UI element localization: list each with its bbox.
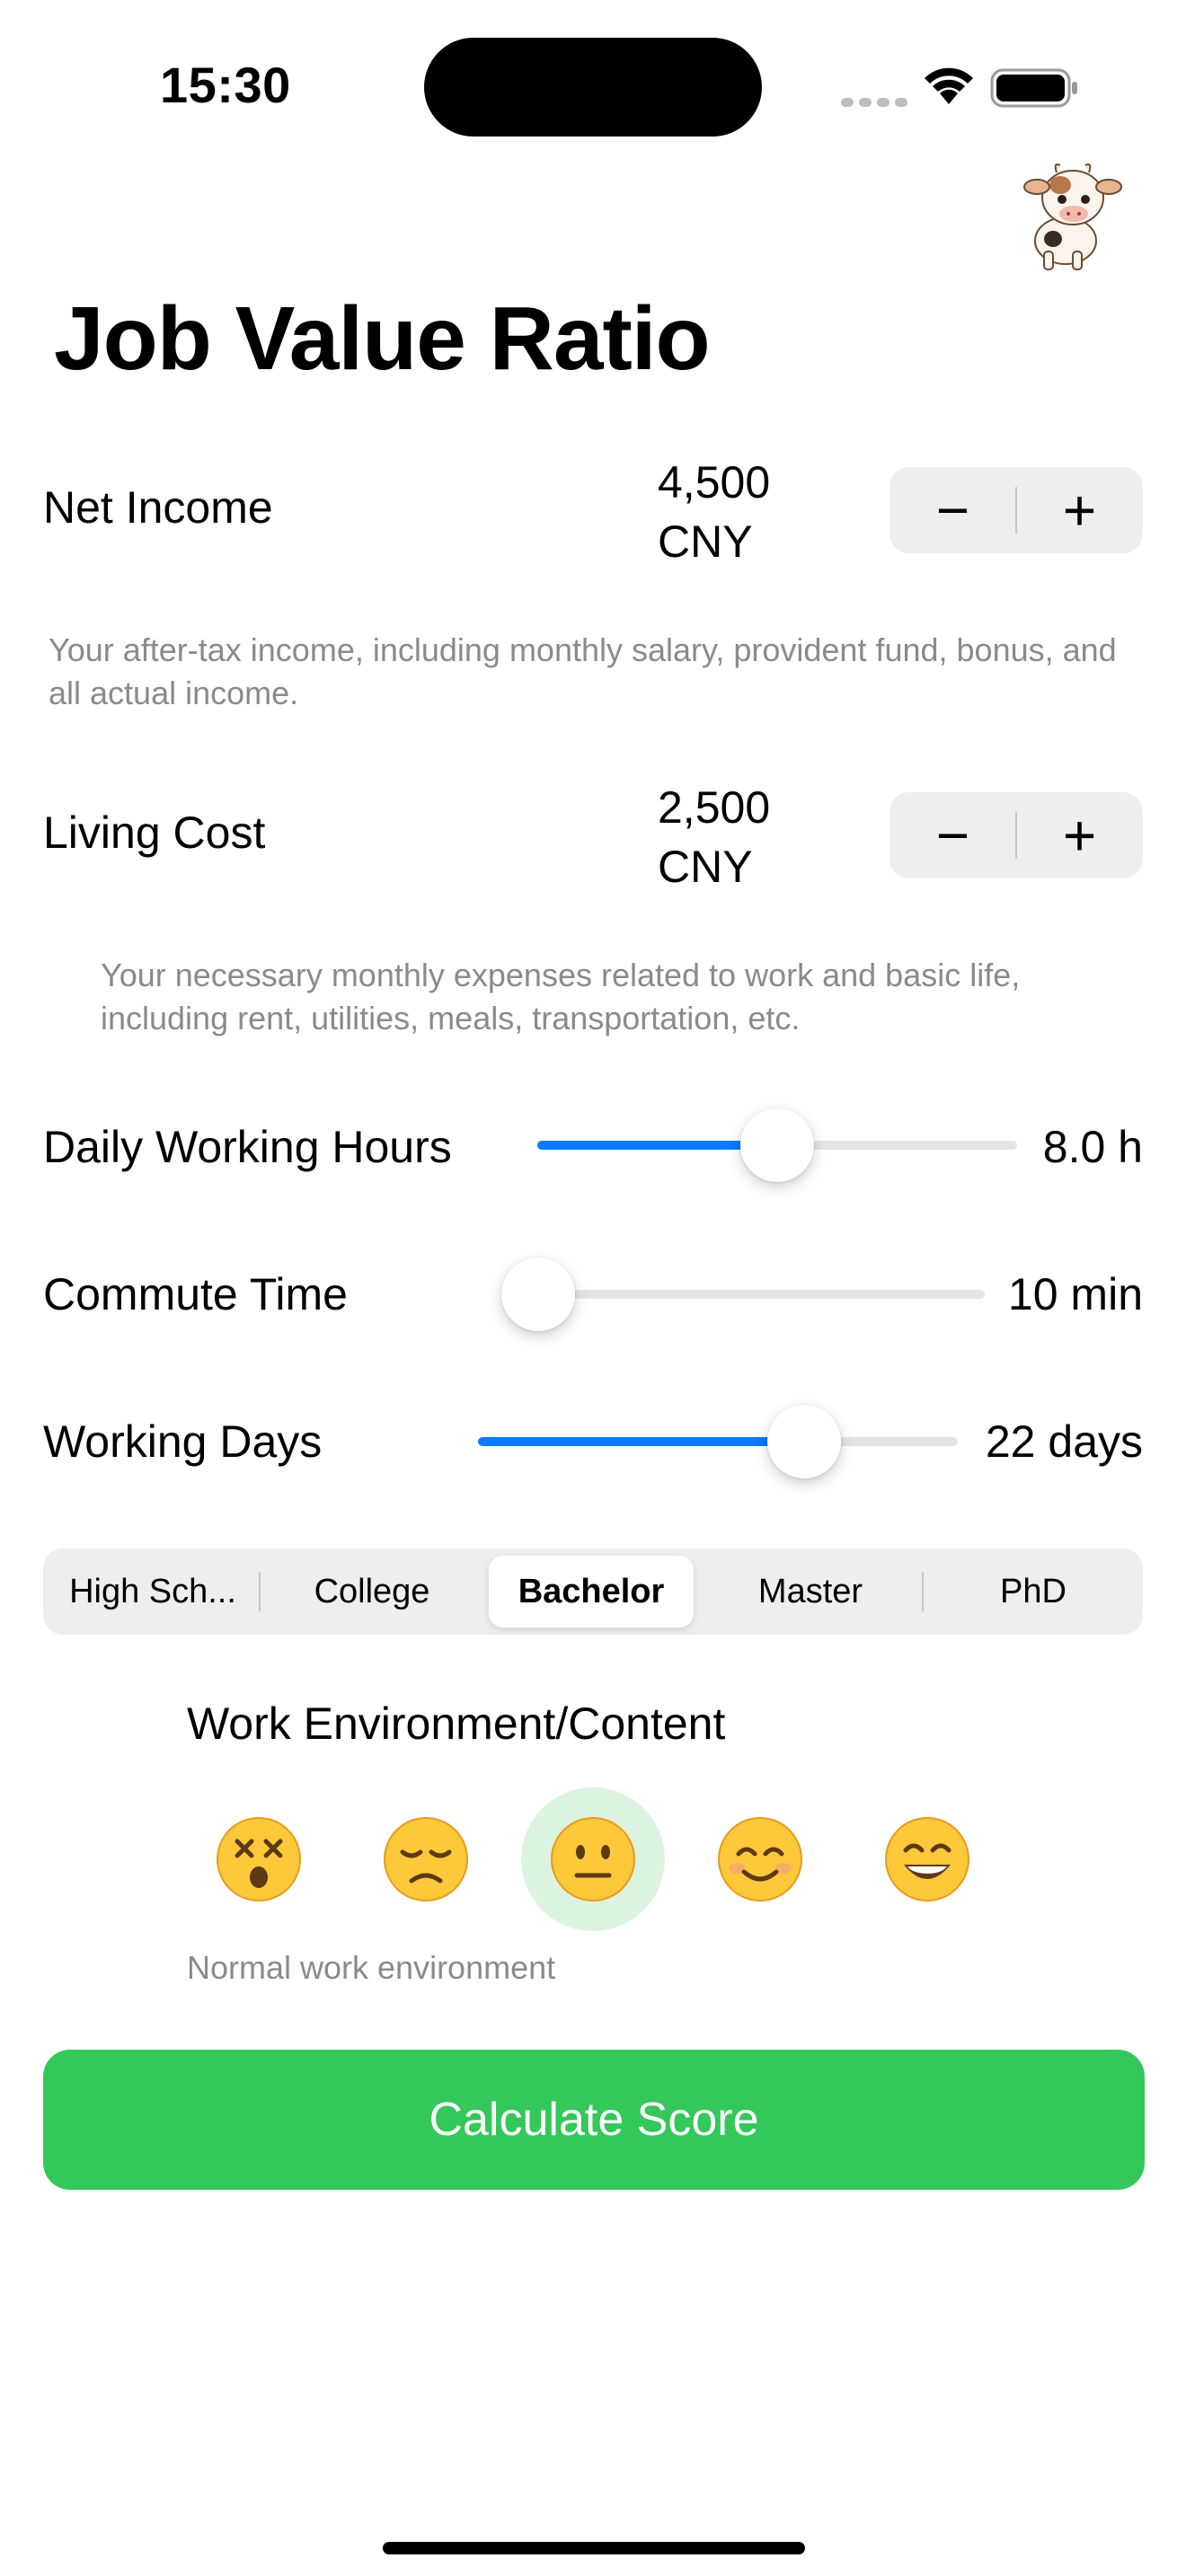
net-income-helper: Your after-tax income, including monthly… [49, 631, 1117, 711]
net-income-decrement-button[interactable]: − [890, 467, 1016, 553]
commute-time-slider-thumb[interactable] [501, 1257, 576, 1331]
status-icons [836, 59, 1087, 113]
living-cost-stepper: − + [890, 792, 1143, 878]
education-segmented-control: High Sch... College Bachelor Master PhD [43, 1548, 1143, 1635]
living-cost-increment-button[interactable]: + [1016, 792, 1143, 878]
screen: 15:30 Job Value Ratio Net Income 4,500 C… [0, 0, 1186, 2576]
living-cost-helper: Your necessary monthly expenses related … [101, 957, 1021, 1037]
net-income-amount: 4,500 [658, 457, 771, 507]
living-cost-decrement-button[interactable]: − [890, 792, 1016, 878]
dynamic-island [424, 38, 762, 137]
home-indicator[interactable] [383, 2542, 805, 2554]
disappointed-face-icon[interactable] [354, 1787, 498, 1931]
page-title: Job Value Ratio [54, 288, 711, 389]
grinning-face-icon[interactable] [855, 1787, 999, 1931]
living-cost-value: 2,500 CNY [658, 778, 770, 896]
calculate-score-button[interactable]: Calculate Score [43, 2050, 1145, 2190]
cow-mascot-icon[interactable] [1010, 158, 1127, 271]
segment-master[interactable]: Master [701, 1548, 920, 1635]
neutral-face-icon[interactable] [521, 1787, 665, 1931]
commute-time-value: 10 min [1007, 1269, 1143, 1319]
work-environment-title: Work Environment/Content [187, 1698, 726, 1749]
battery-icon [990, 68, 1077, 108]
working-hours-slider[interactable] [537, 1108, 1017, 1182]
working-hours-slider-thumb[interactable] [740, 1108, 814, 1182]
working-hours-label: Daily Working Hours [43, 1122, 452, 1172]
segment-divider [259, 1572, 261, 1611]
segment-high-school[interactable]: High Sch... [43, 1548, 262, 1635]
wifi-icon [925, 67, 973, 104]
net-income-label: Net Income [43, 482, 273, 533]
dizzy-face-icon[interactable] [187, 1787, 331, 1931]
segment-college[interactable]: College [262, 1548, 482, 1635]
working-days-value: 22 days [985, 1416, 1143, 1467]
living-cost-label: Living Cost [43, 807, 266, 858]
net-income-currency: CNY [658, 516, 753, 567]
net-income-value: 4,500 CNY [658, 453, 770, 571]
working-days-slider[interactable] [478, 1405, 958, 1478]
net-income-stepper: − + [890, 467, 1143, 553]
smiling-face-icon[interactable] [688, 1787, 832, 1931]
segment-phd[interactable]: PhD [924, 1548, 1143, 1635]
net-income-increment-button[interactable]: + [1016, 467, 1143, 553]
working-days-slider-fill [478, 1437, 805, 1446]
commute-time-slider[interactable] [501, 1257, 985, 1331]
cellular-signal-icon [841, 95, 913, 111]
living-cost-currency: CNY [658, 842, 753, 892]
working-days-slider-thumb[interactable] [767, 1405, 842, 1478]
living-cost-amount: 2,500 [658, 782, 771, 833]
commute-time-label: Commute Time [43, 1269, 348, 1319]
working-hours-value: 8.0 h [1042, 1122, 1143, 1172]
segment-bachelor[interactable]: Bachelor [489, 1556, 694, 1628]
status-time: 15:30 [160, 57, 291, 113]
work-environment-caption: Normal work environment [187, 1949, 556, 1986]
working-days-label: Working Days [43, 1416, 323, 1467]
